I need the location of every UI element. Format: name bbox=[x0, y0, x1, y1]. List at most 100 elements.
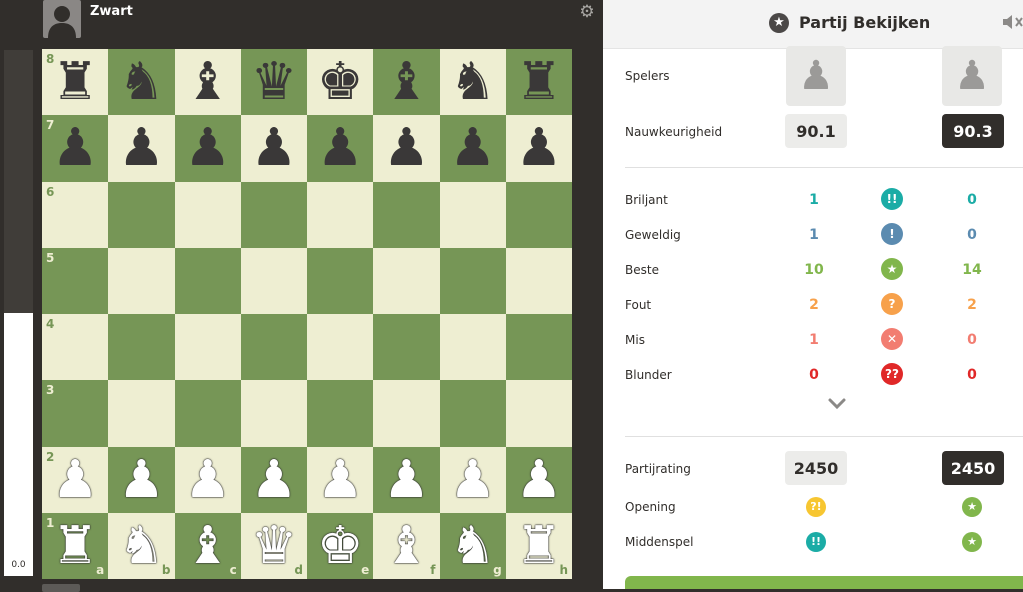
square-e7[interactable]: ♟ bbox=[307, 115, 374, 182]
square-d2[interactable]: ♟ bbox=[240, 446, 307, 513]
square-g2[interactable]: ♟ bbox=[439, 446, 506, 513]
square-a6[interactable]: 6 bbox=[42, 181, 109, 248]
square-c1[interactable]: ♝ c bbox=[174, 512, 241, 579]
square-f2[interactable]: ♟ bbox=[373, 446, 440, 513]
white-pawn-icon[interactable]: ♟ bbox=[307, 447, 373, 513]
square-a5[interactable]: 5 bbox=[42, 247, 109, 314]
square-b5[interactable] bbox=[108, 247, 175, 314]
square-e1[interactable]: ♚ e bbox=[307, 512, 374, 579]
white-count: 0 bbox=[809, 367, 819, 383]
brilliant-icon: !! bbox=[881, 188, 903, 210]
square-f8[interactable]: ♝ bbox=[373, 49, 440, 116]
square-c7[interactable]: ♟ bbox=[174, 115, 241, 182]
square-h1[interactable]: ♜ h bbox=[505, 512, 572, 579]
square-d6[interactable] bbox=[240, 181, 307, 248]
square-h3[interactable] bbox=[505, 380, 572, 447]
square-d3[interactable] bbox=[240, 380, 307, 447]
chevron-down-icon[interactable] bbox=[827, 396, 847, 412]
square-c4[interactable] bbox=[174, 314, 241, 381]
square-h7[interactable]: ♟ bbox=[505, 115, 572, 182]
square-e8[interactable]: ♚ bbox=[307, 49, 374, 116]
square-g5[interactable] bbox=[439, 247, 506, 314]
square-e4[interactable] bbox=[307, 314, 374, 381]
square-a8[interactable]: ♜ 8 bbox=[42, 49, 109, 116]
black-knight-icon[interactable]: ♞ bbox=[440, 49, 506, 115]
square-d4[interactable] bbox=[240, 314, 307, 381]
white-pawn-icon[interactable]: ♟ bbox=[108, 447, 174, 513]
square-a3[interactable]: 3 bbox=[42, 380, 109, 447]
square-h2[interactable]: ♟ bbox=[505, 446, 572, 513]
square-c5[interactable] bbox=[174, 247, 241, 314]
avatar[interactable] bbox=[43, 0, 81, 38]
square-c6[interactable] bbox=[174, 181, 241, 248]
game-review-panel: ★ Partij Bekijken Spelers ♟ ♟ Nauwkeurig… bbox=[603, 0, 1023, 589]
square-e5[interactable] bbox=[307, 247, 374, 314]
square-b2[interactable]: ♟ bbox=[108, 446, 175, 513]
black-queen-icon[interactable]: ♛ bbox=[241, 49, 307, 115]
blunder-icon: ?? bbox=[881, 363, 903, 385]
black-bishop-icon[interactable]: ♝ bbox=[175, 49, 241, 115]
square-g8[interactable]: ♞ bbox=[439, 49, 506, 116]
black-pawn-icon[interactable]: ♟ bbox=[241, 115, 307, 181]
square-f1[interactable]: ♝ f bbox=[373, 512, 440, 579]
square-a1[interactable]: ♜ 1 a bbox=[42, 512, 109, 579]
square-g1[interactable]: ♞ g bbox=[439, 512, 506, 579]
white-pawn-icon[interactable]: ♟ bbox=[506, 447, 572, 513]
black-rook-icon[interactable]: ♜ bbox=[506, 49, 572, 115]
black-count: 0 bbox=[967, 227, 977, 243]
game-rating-white: 2450 bbox=[785, 451, 847, 485]
bottom-player-avatar[interactable] bbox=[42, 584, 80, 592]
square-e6[interactable] bbox=[307, 181, 374, 248]
square-b8[interactable]: ♞ bbox=[108, 49, 175, 116]
square-e3[interactable] bbox=[307, 380, 374, 447]
square-e2[interactable]: ♟ bbox=[307, 446, 374, 513]
start-review-button[interactable] bbox=[625, 576, 1023, 589]
white-pawn-icon[interactable]: ♟ bbox=[241, 447, 307, 513]
black-pawn-icon[interactable]: ♟ bbox=[373, 115, 439, 181]
square-f4[interactable] bbox=[373, 314, 440, 381]
square-f6[interactable] bbox=[373, 181, 440, 248]
square-a2[interactable]: ♟ 2 bbox=[42, 446, 109, 513]
square-g4[interactable] bbox=[439, 314, 506, 381]
gear-icon[interactable]: ⚙ bbox=[577, 2, 597, 22]
square-h6[interactable] bbox=[505, 181, 572, 248]
square-d1[interactable]: ♛ d bbox=[240, 512, 307, 579]
black-pawn-icon[interactable]: ♟ bbox=[307, 115, 373, 181]
square-f3[interactable] bbox=[373, 380, 440, 447]
chess-board[interactable]: ♜ 8 ♞ ♝ ♛ ♚ ♝ ♞ ♜ ♟ 7 ♟ ♟ ♟ ♟ ♟ ♟ ♟ 6 5 4 3 ♟ 2 ♟ ♟ ♟ ♟ ♟ ♟ ♟ ♜ 1 a ♞ b ♝ c ♛ d… bbox=[42, 49, 572, 579]
white-pawn-icon[interactable]: ♟ bbox=[175, 447, 241, 513]
square-a4[interactable]: 4 bbox=[42, 314, 109, 381]
square-b3[interactable] bbox=[108, 380, 175, 447]
square-g6[interactable] bbox=[439, 181, 506, 248]
square-c3[interactable] bbox=[174, 380, 241, 447]
black-knight-icon[interactable]: ♞ bbox=[108, 49, 174, 115]
best-icon: ★ bbox=[881, 258, 903, 280]
square-f7[interactable]: ♟ bbox=[373, 115, 440, 182]
square-h8[interactable]: ♜ bbox=[505, 49, 572, 116]
square-d8[interactable]: ♛ bbox=[240, 49, 307, 116]
square-d5[interactable] bbox=[240, 247, 307, 314]
square-a7[interactable]: ♟ 7 bbox=[42, 115, 109, 182]
black-king-icon[interactable]: ♚ bbox=[307, 49, 373, 115]
square-d7[interactable]: ♟ bbox=[240, 115, 307, 182]
square-g3[interactable] bbox=[439, 380, 506, 447]
square-h4[interactable] bbox=[505, 314, 572, 381]
square-c8[interactable]: ♝ bbox=[174, 49, 241, 116]
white-pawn-icon[interactable]: ♟ bbox=[373, 447, 439, 513]
white-pawn-icon[interactable]: ♟ bbox=[440, 447, 506, 513]
square-f5[interactable] bbox=[373, 247, 440, 314]
square-c2[interactable]: ♟ bbox=[174, 446, 241, 513]
square-b4[interactable] bbox=[108, 314, 175, 381]
square-h5[interactable] bbox=[505, 247, 572, 314]
black-pawn-icon[interactable]: ♟ bbox=[108, 115, 174, 181]
square-b7[interactable]: ♟ bbox=[108, 115, 175, 182]
black-pawn-icon[interactable]: ♟ bbox=[175, 115, 241, 181]
black-pawn-icon[interactable]: ♟ bbox=[440, 115, 506, 181]
black-pawn-icon[interactable]: ♟ bbox=[506, 115, 572, 181]
square-b6[interactable] bbox=[108, 181, 175, 248]
sound-muted-icon[interactable] bbox=[1001, 12, 1023, 37]
black-bishop-icon[interactable]: ♝ bbox=[373, 49, 439, 115]
square-b1[interactable]: ♞ b bbox=[108, 512, 175, 579]
player-name[interactable]: Zwart bbox=[90, 4, 133, 19]
square-g7[interactable]: ♟ bbox=[439, 115, 506, 182]
